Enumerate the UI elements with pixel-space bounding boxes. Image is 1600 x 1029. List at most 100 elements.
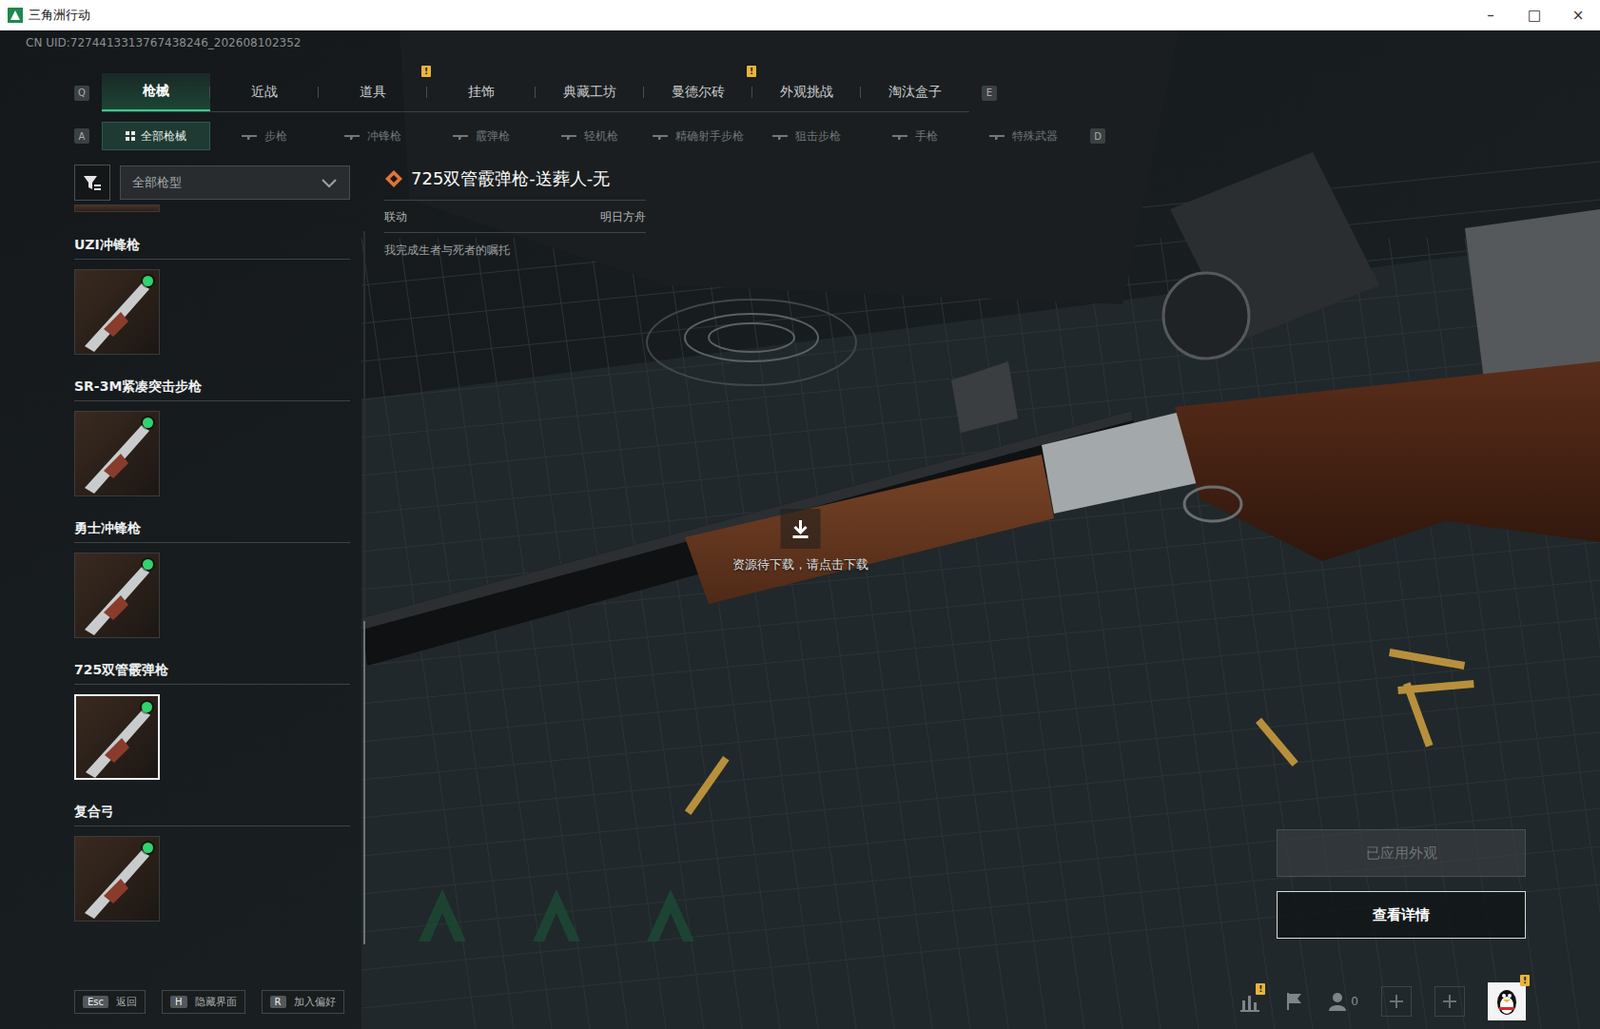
weapon-item[interactable]: SR-3M紧凑突击步枪 [74,378,351,497]
hotkey-label: 返回 [116,995,137,1010]
owned-dot [142,559,154,570]
weapon-type-tabs: 全部枪械 步枪 冲锋枪 霰弹枪 轻机枪 精确射手步枪狙击步枪 手枪 特殊武器 [101,121,1078,151]
rarity-diamond-icon [384,169,404,189]
gun-icon [652,131,670,141]
weapon-type-tab[interactable]: 特殊武器 [969,121,1078,151]
hotkey-label: 加入偏好 [293,995,336,1010]
category-tab[interactable]: 淘汰盒子 [860,73,970,112]
prev-subtab-key[interactable]: A [74,128,90,144]
weapon-type-tab[interactable]: 步枪 [210,121,319,151]
friends-count: 0 [1350,995,1359,1009]
tab-label: 近战 [251,83,278,101]
tab-label: 特殊武器 [1012,128,1058,145]
weapon-type-tab[interactable]: 狙击步枪 [752,121,861,151]
tab-label: 轻机枪 [584,128,619,145]
weapon-type-tab[interactable]: 全部枪械 [101,121,211,151]
close-button[interactable]: × [1556,0,1600,31]
friends-button[interactable]: 0 [1327,991,1359,1013]
weapon-item[interactable]: UZI冲锋枪 [74,236,351,355]
category-tab[interactable]: 近战 [210,73,319,112]
scrollbar[interactable] [363,231,366,945]
weapon-thumbnail[interactable] [74,269,160,355]
download-icon [788,517,812,541]
add-slot-button[interactable] [1381,986,1412,1017]
tag-label: 联动 [384,209,408,226]
owned-dot [141,702,153,713]
scroll-thumb[interactable] [363,621,366,945]
tab-label: 淘汰盒子 [888,83,942,101]
weapon-name: UZI冲锋枪 [74,236,351,260]
add-slot-button[interactable] [1434,986,1465,1017]
next-subtab-key[interactable]: D [1090,128,1106,144]
category-tab[interactable]: 道具! [318,73,428,112]
hotkey-hint[interactable]: Esc 返回 [74,990,146,1015]
filter-button[interactable] [74,164,111,201]
weapon-type-tab[interactable]: 手枪 [860,121,970,151]
category-tab[interactable]: 挂饰 [427,73,536,112]
notice-badge: ! [746,65,757,78]
category-tab[interactable]: 典藏工坊 [535,73,644,112]
weapon-type-tab[interactable]: 轻机枪 [535,121,644,151]
button-label: 查看详情 [1372,906,1430,925]
category-tab[interactable]: 外观挑战 [752,73,861,112]
maximize-button[interactable]: □ [1512,0,1557,31]
tab-label: 手枪 [915,128,938,145]
weapon-type-tab[interactable]: 霰弹枪 [427,121,536,151]
weapon-type-dropdown[interactable]: 全部枪型 [119,165,351,200]
tab-label: 典藏工坊 [563,83,617,101]
gun-icon [452,131,470,141]
flag-button[interactable] [1284,991,1306,1013]
gun-icon [241,131,259,141]
weapon-name: SR-3M紧凑突击步枪 [74,378,351,402]
uid-label: CN UID:7274413313767438246_202608102352 [0,30,1600,55]
player-avatar[interactable]: ! [1487,982,1526,1021]
gun-icon [989,131,1007,141]
gun-icon [892,131,910,141]
dropdown-value: 全部枪型 [132,174,182,192]
tag-value: 明日方舟 [600,209,646,226]
chevron-down-icon [320,175,338,190]
weapon-item[interactable]: 725双管霰弹枪 [74,662,351,781]
download-prompt[interactable]: 资源待下载，请点击下载 [732,508,869,574]
plus-icon [1442,994,1458,1010]
download-button[interactable] [780,508,820,549]
tab-label: 冲锋枪 [367,128,402,145]
grid-icon [125,131,136,141]
hotkey-hint[interactable]: H隐藏界面 [161,990,246,1015]
weapon-thumbnail[interactable] [74,204,160,213]
weapon-name: 725双管霰弹枪 [74,662,351,685]
weapon-type-tab[interactable]: 冲锋枪 [318,121,428,151]
prev-tab-key[interactable]: Q [74,85,90,101]
button-label: 已应用外观 [1365,844,1438,863]
person-icon [1327,991,1347,1013]
notice-badge: ! [421,65,431,78]
weapon-type-tab[interactable]: 精确射手步枪 [643,121,753,151]
tab-label: 道具 [359,83,387,101]
owned-dot [142,417,154,429]
category-tab[interactable]: 曼德尔砖! [643,73,753,112]
weapon-panel: 全部枪型 UZI冲锋枪 SR-3M紧凑突击步枪勇士冲锋枪 725双管霰弹枪复合弓 [74,164,351,982]
key-cap: Esc [82,995,109,1009]
weapon-name: 勇士冲锋枪 [74,520,351,544]
stats-button[interactable]: ! [1240,991,1262,1013]
hotkey-hint[interactable]: R加入偏好 [261,990,345,1015]
weapon-item[interactable]: 勇士冲锋枪 [74,520,351,639]
category-tab[interactable]: 枪械 [101,73,211,112]
weapon-thumbnail[interactable] [74,410,160,497]
tab-label: 挂饰 [468,83,495,101]
weapon-thumbnail[interactable] [74,552,160,639]
apply-appearance-button: 已应用外观 [1276,829,1526,878]
view-details-button[interactable]: 查看详情 [1276,891,1526,939]
tab-label: 枪械 [142,82,170,100]
skin-title: 725双管霰弹枪-送葬人-无 [410,167,610,191]
minimize-button[interactable]: – [1468,0,1513,31]
weapon-thumbnail[interactable] [74,836,160,922]
weapon-thumbnail[interactable] [74,694,160,781]
hotkey-label: 隐藏界面 [195,995,237,1010]
next-tab-key[interactable]: E [981,85,997,101]
weapon-item[interactable]: 复合弓 [74,803,351,922]
flag-icon [1284,991,1306,1013]
title-bar: 三角洲行动–□× [0,0,1600,31]
category-tabs: 枪械 近战 道具! 挂饰 典藏工坊 曼德尔砖!外观挑战 淘汰盒子 [101,73,970,113]
tab-label: 全部枪械 [140,128,187,145]
